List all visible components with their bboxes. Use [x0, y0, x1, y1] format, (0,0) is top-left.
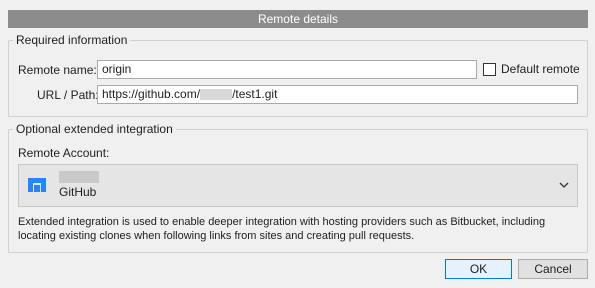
remote-name-input[interactable]: origin [97, 60, 477, 79]
account-service-name: GitHub [59, 185, 97, 199]
cancel-button[interactable]: Cancel [518, 259, 588, 279]
optional-integration-legend: Optional extended integration [16, 122, 173, 136]
redacted-username [200, 89, 233, 101]
default-remote-checkbox[interactable]: Default remote [483, 62, 580, 76]
default-remote-checkbox-box[interactable] [483, 62, 496, 76]
url-suffix: /test1.git [232, 87, 278, 101]
ok-button[interactable]: OK [445, 259, 512, 279]
integration-note: Extended integration is used to enable d… [18, 216, 546, 242]
url-label: URL / Path: [37, 88, 99, 102]
dialog-title: Remote details [8, 10, 588, 28]
default-remote-label: Default remote [501, 62, 580, 76]
remote-name-label: Remote name: [18, 63, 97, 77]
remote-account-dropdown[interactable]: GitHub [18, 164, 578, 207]
url-prefix: https://github.com/ [102, 87, 201, 101]
url-input[interactable]: https://github.com/ /test1.git [97, 85, 578, 104]
remote-account-label: Remote Account: [18, 146, 110, 160]
required-info-legend: Required information [16, 33, 128, 47]
chevron-down-icon[interactable] [559, 180, 569, 190]
redacted-account-user [59, 171, 99, 183]
github-logo-icon [28, 178, 46, 192]
